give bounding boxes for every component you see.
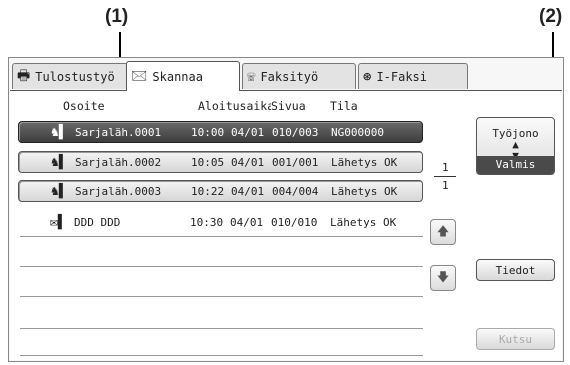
job-time: 10:00 xyxy=(191,125,225,139)
column-header-pages: Sivua xyxy=(271,99,306,113)
tab-print-jobs[interactable]: 🖶 Tulostustyö xyxy=(12,63,128,89)
multi-address-icon: ♞▌ xyxy=(51,154,67,170)
row-divider xyxy=(20,266,423,267)
email-icon: ✉▌ xyxy=(50,214,66,230)
job-pages: 001/001 xyxy=(272,155,319,169)
column-header-start-time: Aloitusaika xyxy=(198,99,271,113)
call-button[interactable]: Kutsu xyxy=(476,328,555,350)
job-time: 10:22 xyxy=(191,184,225,198)
callout-1: (1) xyxy=(105,6,129,27)
row-divider xyxy=(20,328,423,329)
arrow-down-icon: 🡇 xyxy=(436,269,450,284)
job-address: Sarjaläh.0002 xyxy=(75,155,162,169)
multi-address-icon: ♞▌ xyxy=(51,124,67,140)
page-total: 1 xyxy=(442,179,449,192)
job-date: 04/01 xyxy=(231,125,265,139)
job-time: 10:05 xyxy=(191,155,225,169)
tab-internet-fax[interactable]: ⊛ I-Faksi xyxy=(358,63,468,89)
job-status: NG000000 xyxy=(331,125,384,139)
call-button-label: Kutsu xyxy=(498,332,533,346)
printer-icon: 🖶 xyxy=(17,67,31,84)
scroll-up-button[interactable]: 🡅 xyxy=(430,219,456,245)
column-header-status: Tila xyxy=(330,99,358,113)
complete-label: Valmis xyxy=(477,156,554,174)
job-address: DDD DDD xyxy=(74,215,121,229)
job-pages: 010/010 xyxy=(271,215,318,229)
tab-fax-jobs[interactable]: ☏ Faksityö xyxy=(242,63,356,89)
column-header-address: Osoite xyxy=(63,99,105,113)
tab-bar: 🖶 Tulostustyö 🖂 Skannaa ☏ Faksityö ⊛ I-F… xyxy=(8,58,564,91)
tab-label: I-Faksi xyxy=(376,69,428,84)
scan-icon: 🖂 xyxy=(131,67,148,84)
details-button-label: Tiedot xyxy=(495,263,536,277)
row-divider xyxy=(20,355,423,356)
job-pages: 004/004 xyxy=(272,184,319,198)
job-date: 04/01 xyxy=(231,155,265,169)
tab-label: Tulostustyö xyxy=(35,69,115,84)
job-address: Sarjaläh.0003 xyxy=(75,184,162,198)
job-queue-toggle[interactable]: Työjono ▲▼ Valmis xyxy=(476,117,555,175)
multi-address-icon: ♞▌ xyxy=(51,183,67,199)
page-divider xyxy=(434,176,456,177)
job-row[interactable]: ✉▌ DDD DDD 10:30 04/01 010/010 Lähetys O… xyxy=(18,211,423,233)
tab-label: Skannaa xyxy=(152,69,203,84)
callout-2: (2) xyxy=(539,6,563,27)
arrow-up-icon: 🡅 xyxy=(436,223,450,238)
job-address: Sarjaläh.0001 xyxy=(75,125,162,139)
job-row[interactable]: ♞▌ Sarjaläh.0003 10:22 04/01 004/004 Läh… xyxy=(18,180,423,202)
job-time: 10:30 xyxy=(190,215,224,229)
internet-fax-icon: ⊛ xyxy=(363,68,372,85)
job-status: Lähetys OK xyxy=(330,215,397,229)
job-status: Lähetys OK xyxy=(331,155,398,169)
page-current: 1 xyxy=(442,161,449,174)
job-row[interactable]: ♞▌ Sarjaläh.0002 10:05 04/01 001/001 Läh… xyxy=(18,151,423,173)
job-row[interactable]: ♞▌ Sarjaläh.0001 10:00 04/01 010/003 NG0… xyxy=(18,121,423,143)
job-date: 04/01 xyxy=(230,215,264,229)
fax-icon: ☏ xyxy=(247,68,256,85)
job-status: Lähetys OK xyxy=(331,184,398,198)
job-pages: 010/003 xyxy=(272,125,319,139)
tab-label: Faksityö xyxy=(260,69,319,84)
job-date: 04/01 xyxy=(231,184,265,198)
scroll-down-button[interactable]: 🡇 xyxy=(430,265,456,291)
row-divider xyxy=(20,236,423,237)
details-button[interactable]: Tiedot xyxy=(476,259,555,281)
job-list-area: Osoite Aloitusaika Sivua Tila ♞▌ Sarjalä… xyxy=(10,90,562,360)
row-divider xyxy=(20,296,423,297)
tab-scan[interactable]: 🖂 Skannaa xyxy=(126,61,240,91)
